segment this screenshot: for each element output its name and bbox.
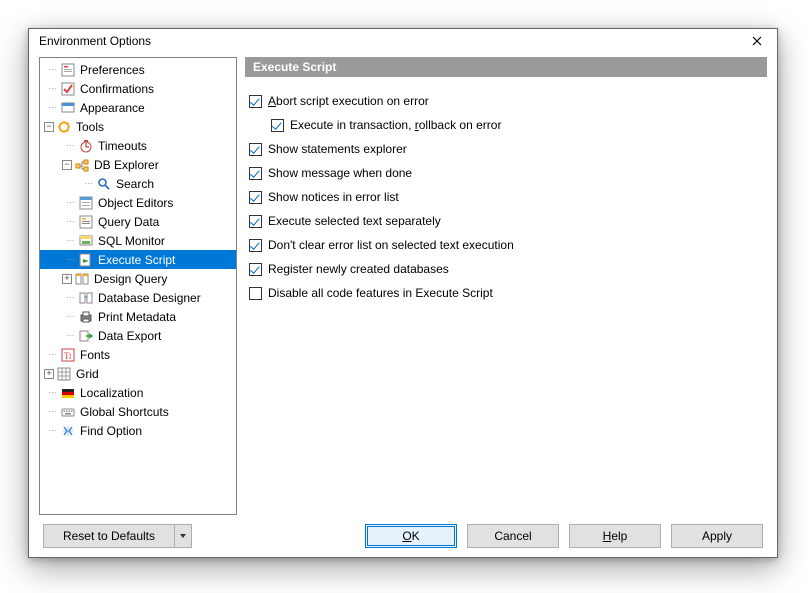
query-data-icon <box>78 214 94 230</box>
tree-leaf-icon: ⋯ <box>46 406 58 418</box>
localization-icon <box>60 385 76 401</box>
check-execute-in-transaction[interactable]: Execute in transaction, rollback on erro… <box>249 113 767 137</box>
tree-leaf-icon: ⋯ <box>82 178 94 190</box>
help-button[interactable]: Help <box>569 524 661 548</box>
fonts-icon: TI <box>60 347 76 363</box>
check-show-message-when-done[interactable]: Show message when done <box>249 161 767 185</box>
tree-leaf-icon: ⋯ <box>64 216 76 228</box>
tree-item-appearance[interactable]: ⋯ Appearance <box>40 98 236 117</box>
tree-item-fonts[interactable]: ⋯ TI Fonts <box>40 345 236 364</box>
checkbox-icon <box>249 191 262 204</box>
close-button[interactable] <box>743 31 771 51</box>
tree-leaf-icon: ⋯ <box>64 330 76 342</box>
window-title: Environment Options <box>39 34 743 48</box>
tree-leaf-icon: ⋯ <box>64 235 76 247</box>
cancel-button[interactable]: Cancel <box>467 524 559 548</box>
print-metadata-icon <box>78 309 94 325</box>
tree-item-tools[interactable]: − Tools <box>40 117 236 136</box>
tree-item-sql-monitor[interactable]: ⋯ SQL Monitor <box>40 231 236 250</box>
grid-icon <box>56 366 72 382</box>
chevron-down-icon <box>179 532 187 540</box>
tree-item-grid[interactable]: + Grid <box>40 364 236 383</box>
checkbox-icon <box>249 215 262 228</box>
execute-script-icon <box>78 252 94 268</box>
content-panel: Execute Script Abort script execution on… <box>245 57 767 515</box>
tree-leaf-icon: ⋯ <box>46 349 58 361</box>
object-editors-icon <box>78 195 94 211</box>
section-header: Execute Script <box>245 57 767 77</box>
check-dont-clear-error-list[interactable]: Don't clear error list on selected text … <box>249 233 767 257</box>
checkbox-icon <box>249 239 262 252</box>
titlebar: Environment Options <box>29 29 777 53</box>
tree-item-confirmations[interactable]: ⋯ Confirmations <box>40 79 236 98</box>
tree-leaf-icon: ⋯ <box>46 64 58 76</box>
tree-leaf-icon: ⋯ <box>46 83 58 95</box>
checkbox-icon <box>249 143 262 156</box>
tree-item-execute-script[interactable]: ⋯ Execute Script <box>40 250 236 269</box>
check-show-notices-in-error-list[interactable]: Show notices in error list <box>249 185 767 209</box>
check-show-statements-explorer[interactable]: Show statements explorer <box>249 137 767 161</box>
tree-item-query-data[interactable]: ⋯ Query Data <box>40 212 236 231</box>
database-designer-icon <box>78 290 94 306</box>
tools-icon <box>56 119 72 135</box>
reset-button-group: Reset to Defaults <box>43 524 192 548</box>
tree-item-global-shortcuts[interactable]: ⋯ Global Shortcuts <box>40 402 236 421</box>
global-shortcuts-icon <box>60 404 76 420</box>
checkbox-icon <box>249 287 262 300</box>
tree-leaf-icon: ⋯ <box>64 311 76 323</box>
apply-button[interactable]: Apply <box>671 524 763 548</box>
collapse-icon[interactable]: − <box>44 122 54 132</box>
tree-item-object-editors[interactable]: ⋯ Object Editors <box>40 193 236 212</box>
tree-leaf-icon: ⋯ <box>64 292 76 304</box>
tree-leaf-icon: ⋯ <box>46 425 58 437</box>
timeouts-icon <box>78 138 94 154</box>
checkbox-icon <box>249 95 262 108</box>
appearance-icon <box>60 100 76 116</box>
tree-item-timeouts[interactable]: ⋯ Timeouts <box>40 136 236 155</box>
reset-dropdown-button[interactable] <box>175 524 192 548</box>
tree-item-design-query[interactable]: + Design Query <box>40 269 236 288</box>
checkbox-icon <box>249 263 262 276</box>
tree-item-print-metadata[interactable]: ⋯ Print Metadata <box>40 307 236 326</box>
tree-item-db-explorer[interactable]: − DB Explorer <box>40 155 236 174</box>
tree-leaf-icon: ⋯ <box>46 102 58 114</box>
tree-item-localization[interactable]: ⋯ Localization <box>40 383 236 402</box>
dialog-footer: Reset to Defaults OK Cancel Help Apply <box>29 515 777 557</box>
expand-icon[interactable]: + <box>44 369 54 379</box>
ok-button[interactable]: OK <box>365 524 457 548</box>
search-icon <box>96 176 112 192</box>
tree-leaf-icon: ⋯ <box>64 197 76 209</box>
tree-leaf-icon: ⋯ <box>46 387 58 399</box>
reset-to-defaults-button[interactable]: Reset to Defaults <box>43 524 175 548</box>
db-explorer-icon <box>74 157 90 173</box>
expand-icon[interactable]: + <box>62 274 72 284</box>
environment-options-dialog: Environment Options ⋯ Preferences ⋯ Conf… <box>28 28 778 558</box>
tree-item-data-export[interactable]: ⋯ Data Export <box>40 326 236 345</box>
close-icon <box>752 36 762 46</box>
check-label: bort script execution on error <box>276 94 429 108</box>
sql-monitor-icon <box>78 233 94 249</box>
tree-item-search[interactable]: ⋯ Search <box>40 174 236 193</box>
preferences-icon <box>60 62 76 78</box>
tree-item-find-option[interactable]: ⋯ Find Option <box>40 421 236 440</box>
tree-item-database-designer[interactable]: ⋯ Database Designer <box>40 288 236 307</box>
check-disable-code-features[interactable]: Disable all code features in Execute Scr… <box>249 281 767 305</box>
tree-item-preferences[interactable]: ⋯ Preferences <box>40 60 236 79</box>
check-execute-selected-text-separately[interactable]: Execute selected text separately <box>249 209 767 233</box>
tree-leaf-icon: ⋯ <box>64 140 76 152</box>
data-export-icon <box>78 328 94 344</box>
confirmations-icon <box>60 81 76 97</box>
options-tree[interactable]: ⋯ Preferences ⋯ Confirmations ⋯ Appearan… <box>39 57 237 515</box>
check-register-newly-created-databases[interactable]: Register newly created databases <box>249 257 767 281</box>
find-option-icon <box>60 423 76 439</box>
tree-leaf-icon: ⋯ <box>64 254 76 266</box>
checkbox-icon <box>249 167 262 180</box>
design-query-icon <box>74 271 90 287</box>
checkbox-icon <box>271 119 284 132</box>
check-abort-on-error[interactable]: Abort script execution on error <box>249 89 767 113</box>
collapse-icon[interactable]: − <box>62 160 72 170</box>
